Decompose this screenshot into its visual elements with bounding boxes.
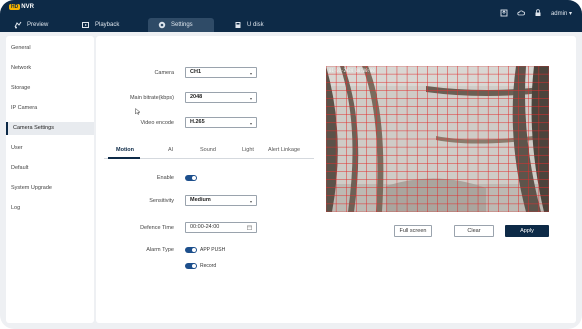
tab-playback[interactable]: Playback	[80, 18, 140, 32]
detection-subtabs: Motion AI Sound Light Alert Linkage	[104, 144, 314, 159]
logo-text: NVR	[21, 4, 34, 10]
top-bar: HD NVR Preview Playback Settings U disk	[0, 0, 582, 32]
tab-preview-label: Preview	[27, 22, 49, 28]
app-push-label: APP PUSH	[200, 247, 226, 253]
full-screen-button[interactable]: Full screen	[394, 225, 432, 237]
subtab-ai[interactable]: AI	[168, 144, 173, 158]
user-menu[interactable]: admin ▾	[551, 10, 572, 17]
tab-playback-label: Playback	[95, 22, 120, 28]
preview-icon	[14, 21, 22, 29]
sidebar-item-system-upgrade[interactable]: System Upgrade	[6, 182, 94, 195]
bitrate-select-value: 2048	[190, 94, 203, 100]
tab-settings-label: Settings	[171, 22, 193, 28]
defence-time-label: Defence Time	[140, 225, 174, 231]
sidebar-item-storage[interactable]: Storage	[6, 82, 94, 95]
camera-select[interactable]: CH1 ▾	[185, 67, 257, 78]
record-label: Record	[200, 263, 217, 269]
sidebar-item-default[interactable]: Default	[6, 162, 94, 175]
bitrate-label: Main bitrate(kbps)	[129, 95, 174, 101]
chevron-down-icon: ▾	[249, 199, 252, 204]
tab-u-disk[interactable]: U disk	[234, 18, 284, 32]
clear-button[interactable]: Clear	[454, 225, 494, 237]
camera-label: Camera	[154, 70, 174, 76]
lock-icon[interactable]	[534, 9, 542, 17]
chevron-down-icon: ▾	[568, 10, 572, 17]
user-name: admin	[550, 10, 568, 17]
sensitivity-select[interactable]: Medium ▾	[185, 195, 257, 206]
settings-sidebar: General Network Storage IP Camera Camera…	[6, 36, 94, 323]
apply-button[interactable]: Apply	[505, 225, 549, 237]
sensitivity-label: Sensitivity	[149, 198, 174, 204]
subtab-light[interactable]: Light	[242, 144, 254, 158]
app-push-toggle[interactable]	[185, 247, 197, 253]
calendar-icon	[247, 225, 252, 230]
app-logo: HD NVR	[9, 4, 34, 10]
nvr-window: HD NVR Preview Playback Settings U disk	[0, 0, 582, 329]
video-encode-select[interactable]: H.265 ▾	[185, 117, 257, 128]
chevron-down-icon: ▾	[249, 121, 252, 126]
chevron-down-icon: ▾	[249, 96, 252, 101]
playback-icon	[82, 22, 89, 28]
record-toggle[interactable]	[185, 263, 197, 269]
sidebar-item-general[interactable]: General	[6, 42, 94, 55]
top-right-controls: admin ▾	[500, 9, 572, 17]
enable-toggle[interactable]	[185, 175, 197, 181]
sidebar-item-log[interactable]: Log	[6, 202, 94, 215]
sidebar-item-ip-camera[interactable]: IP Camera	[6, 102, 94, 115]
tab-u-disk-label: U disk	[247, 22, 264, 28]
sidebar-item-camera-settings[interactable]: Camera Settings	[6, 122, 94, 135]
camera-preview[interactable]: 01-01-2024 00:00:00	[326, 66, 549, 212]
export-icon[interactable]	[500, 9, 508, 17]
sidebar-item-user[interactable]: User	[6, 142, 94, 155]
mouse-cursor-icon	[135, 108, 141, 115]
subtab-sound[interactable]: Sound	[200, 144, 216, 158]
sidebar-item-network[interactable]: Network	[6, 62, 94, 75]
defence-time-field[interactable]: 00:00-24:00	[185, 222, 257, 233]
tab-preview[interactable]: Preview	[12, 18, 72, 32]
sensitivity-select-value: Medium	[190, 197, 211, 203]
video-encode-label: Video encode	[140, 120, 174, 126]
enable-label: Enable	[156, 175, 174, 181]
tab-settings[interactable]: Settings	[148, 18, 214, 32]
camera-settings-panel: Camera CH1 ▾ Main bitrate(kbps) 2048 ▾ V…	[96, 36, 576, 323]
subtab-alert-linkage[interactable]: Alert Linkage	[268, 144, 300, 158]
alarm-type-label: Alarm Type	[146, 247, 174, 253]
logo-badge: HD	[9, 4, 21, 10]
defence-time-value: 00:00-24:00	[190, 224, 220, 230]
camera-select-value: CH1	[190, 69, 202, 75]
subtab-active-indicator	[108, 157, 140, 159]
video-encode-select-value: H.265	[190, 119, 205, 125]
motion-detection-grid[interactable]	[326, 66, 549, 212]
camera-timestamp: 01-01-2024 00:00:00	[329, 68, 375, 73]
usb-disk-icon	[235, 22, 241, 28]
chevron-down-icon: ▾	[249, 71, 252, 76]
bitrate-select[interactable]: 2048 ▾	[185, 92, 257, 103]
cloud-icon[interactable]	[517, 9, 525, 17]
subtab-motion[interactable]: Motion	[116, 144, 134, 158]
settings-icon	[158, 21, 166, 29]
